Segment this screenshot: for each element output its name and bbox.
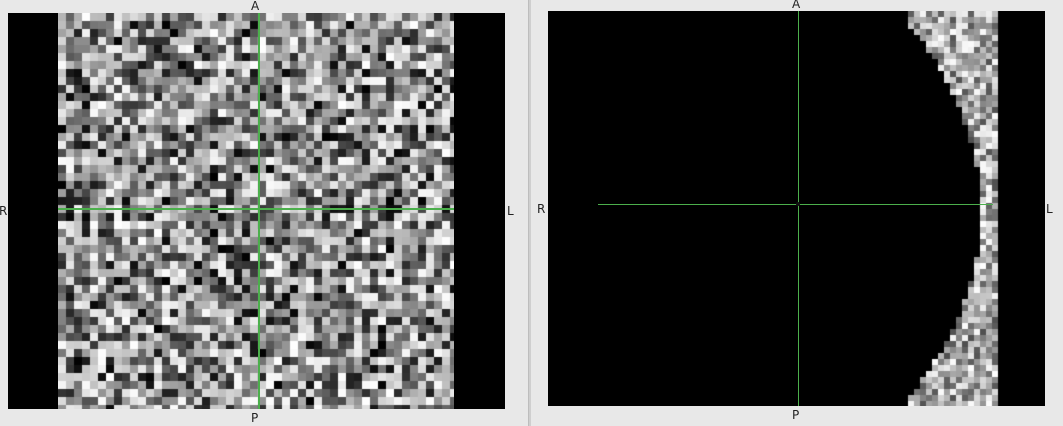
slice-view-left[interactable]: A P R L xyxy=(0,0,528,426)
crosshair-horizontal-left[interactable] xyxy=(58,208,454,210)
orientation-label-top-right: A xyxy=(792,0,801,11)
crosshair-center-dot[interactable] xyxy=(796,202,800,206)
crosshair-vertical-left[interactable] xyxy=(258,13,260,409)
slice-view-right[interactable]: A P R L xyxy=(531,0,1063,426)
noise-image-left xyxy=(58,13,454,409)
image-viewport-right[interactable] xyxy=(548,11,1045,406)
orientation-label-right-right: L xyxy=(1046,202,1053,216)
crosshair-vertical-right[interactable] xyxy=(798,11,799,406)
orientation-label-right-left: L xyxy=(507,204,514,218)
orientation-label-bottom-left: P xyxy=(251,411,259,425)
image-viewport-left[interactable] xyxy=(8,13,505,409)
sphere-edge-image-right xyxy=(548,11,1045,406)
orientation-label-left-left: R xyxy=(0,204,8,218)
orientation-label-left-right: R xyxy=(537,202,546,216)
orientation-label-bottom-right: P xyxy=(792,408,800,422)
orientation-label-top-left: A xyxy=(251,0,260,13)
